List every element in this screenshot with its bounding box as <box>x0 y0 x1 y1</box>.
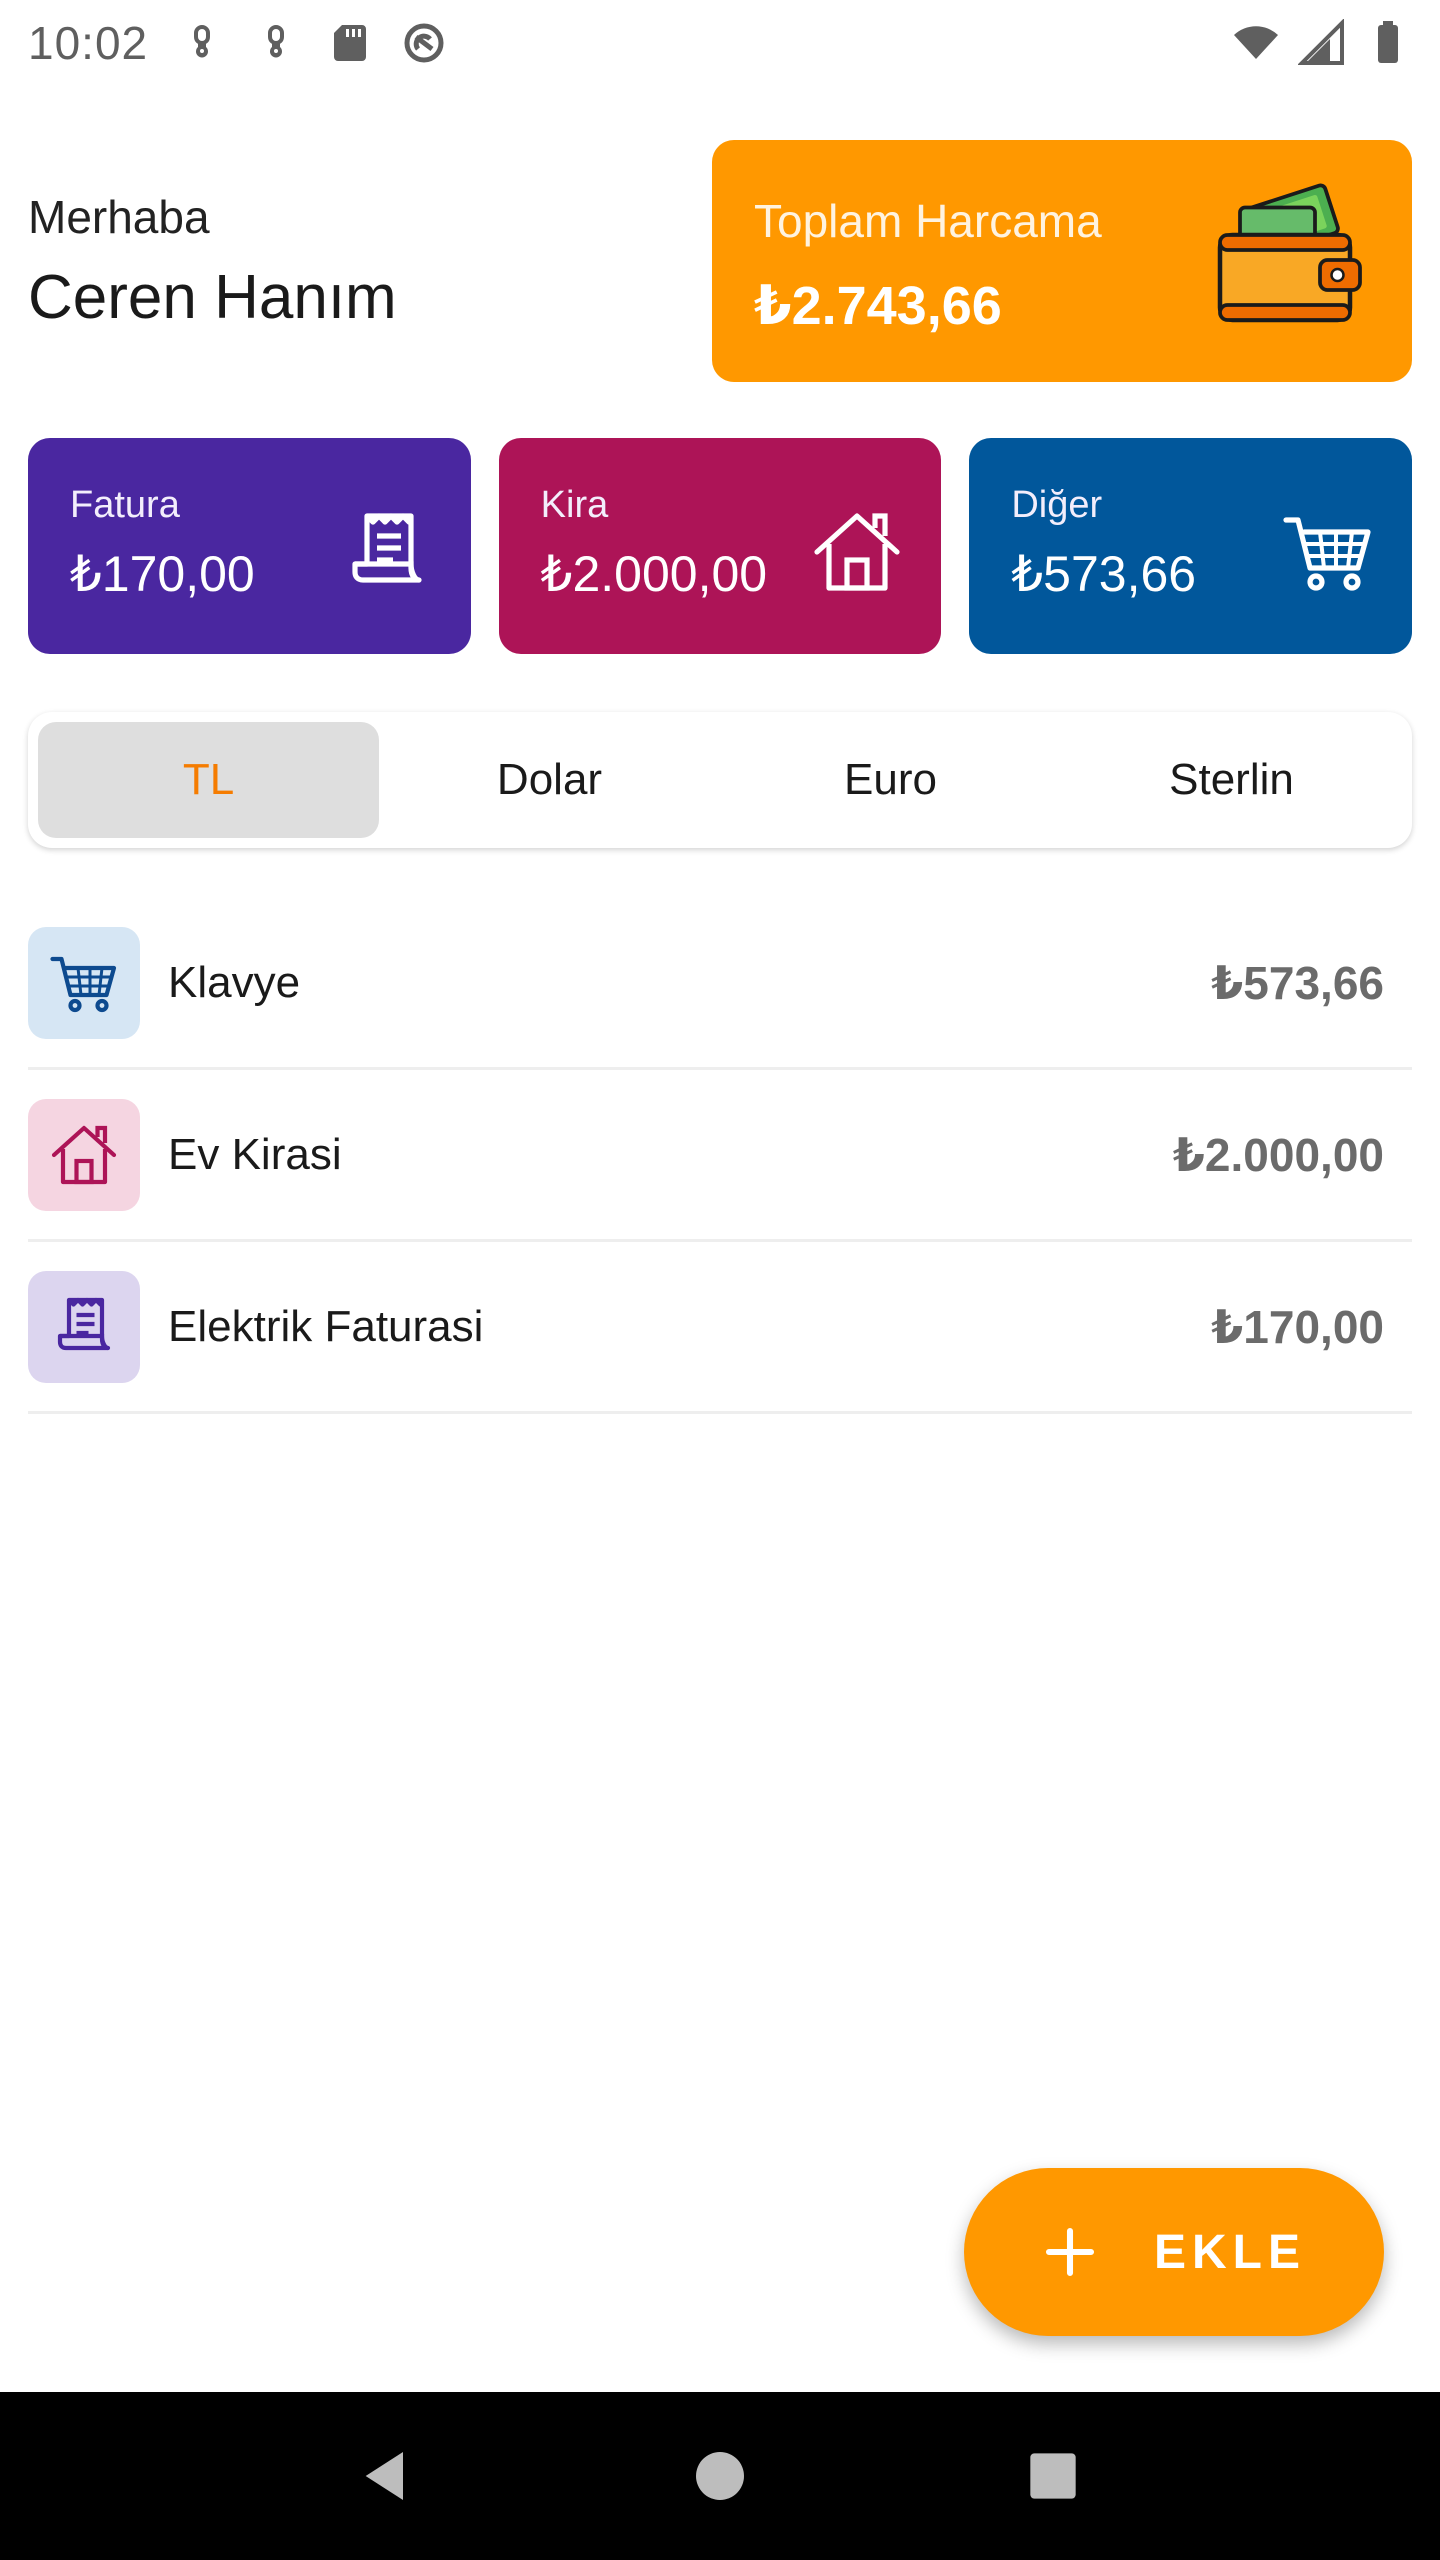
wifi-icon <box>1232 19 1280 67</box>
status-right <box>1232 19 1412 67</box>
category-cards: Fatura ₺170,00 Kira ₺2.000,00 Diğer ₺573… <box>28 438 1413 654</box>
list-item[interactable]: Klavye ₺573,66 <box>28 898 1412 1070</box>
greeting: Merhaba Ceren Hanım <box>28 190 397 333</box>
status-bar: 10:02 <box>0 0 1440 86</box>
receipt-icon <box>339 504 435 600</box>
greeting-text: Merhaba <box>28 191 210 243</box>
list-item[interactable]: Ev Kirasi ₺2.000,00 <box>28 1070 1412 1242</box>
house-icon <box>809 504 905 600</box>
link-icon <box>178 19 226 67</box>
recents-icon[interactable] <box>1021 2444 1085 2508</box>
expense-amount: ₺170,00 <box>1211 1300 1384 1353</box>
cart-icon <box>1280 504 1376 600</box>
expense-name: Klavye <box>168 957 301 1007</box>
add-button[interactable]: EKLE <box>964 2168 1384 2336</box>
category-card-kira[interactable]: Kira ₺2.000,00 <box>498 438 942 654</box>
currency-tab-euro[interactable]: Euro <box>720 722 1061 838</box>
category-card-diger[interactable]: Diğer ₺573,66 <box>969 438 1413 654</box>
expense-amount: ₺2.000,00 <box>1172 1128 1384 1181</box>
expense-name: Elektrik Faturasi <box>168 1301 484 1351</box>
plus-icon <box>1045 2227 1095 2277</box>
expense-amount: ₺573,66 <box>1211 956 1384 1009</box>
currency-tab-tl[interactable]: TL <box>38 722 379 838</box>
add-button-label: EKLE <box>1153 2225 1306 2279</box>
battery-icon <box>1364 19 1412 67</box>
currency-selector: TL Dolar Euro Sterlin <box>28 712 1412 848</box>
receipt-icon <box>28 1270 140 1383</box>
expense-name: Ev Kirasi <box>168 1129 342 1179</box>
home-icon[interactable] <box>688 2444 752 2508</box>
currency-tab-sterlin[interactable]: Sterlin <box>1061 722 1402 838</box>
notification-icons <box>178 19 448 67</box>
sd-card-icon <box>326 19 374 67</box>
house-icon <box>28 1098 140 1211</box>
link-icon <box>252 19 300 67</box>
category-card-fatura[interactable]: Fatura ₺170,00 <box>28 438 471 654</box>
back-icon[interactable] <box>355 2444 419 2508</box>
wallet-icon <box>1210 180 1370 340</box>
currency-tab-dolar[interactable]: Dolar <box>379 722 720 838</box>
signal-icon <box>1298 19 1346 67</box>
cart-icon <box>28 926 140 1039</box>
total-spending-card[interactable]: Toplam Harcama ₺2.743,66 <box>712 140 1412 382</box>
sync-icon <box>400 19 448 67</box>
system-nav-bar <box>0 2392 1440 2560</box>
status-time: 10:02 <box>28 17 149 69</box>
expense-list: Klavye ₺573,66 Ev Kirasi ₺2.000,00 Elekt… <box>28 898 1412 1414</box>
user-name: Ceren Hanım <box>28 263 397 332</box>
list-item[interactable]: Elektrik Faturasi ₺170,00 <box>28 1242 1412 1414</box>
status-left: 10:02 <box>28 16 448 70</box>
